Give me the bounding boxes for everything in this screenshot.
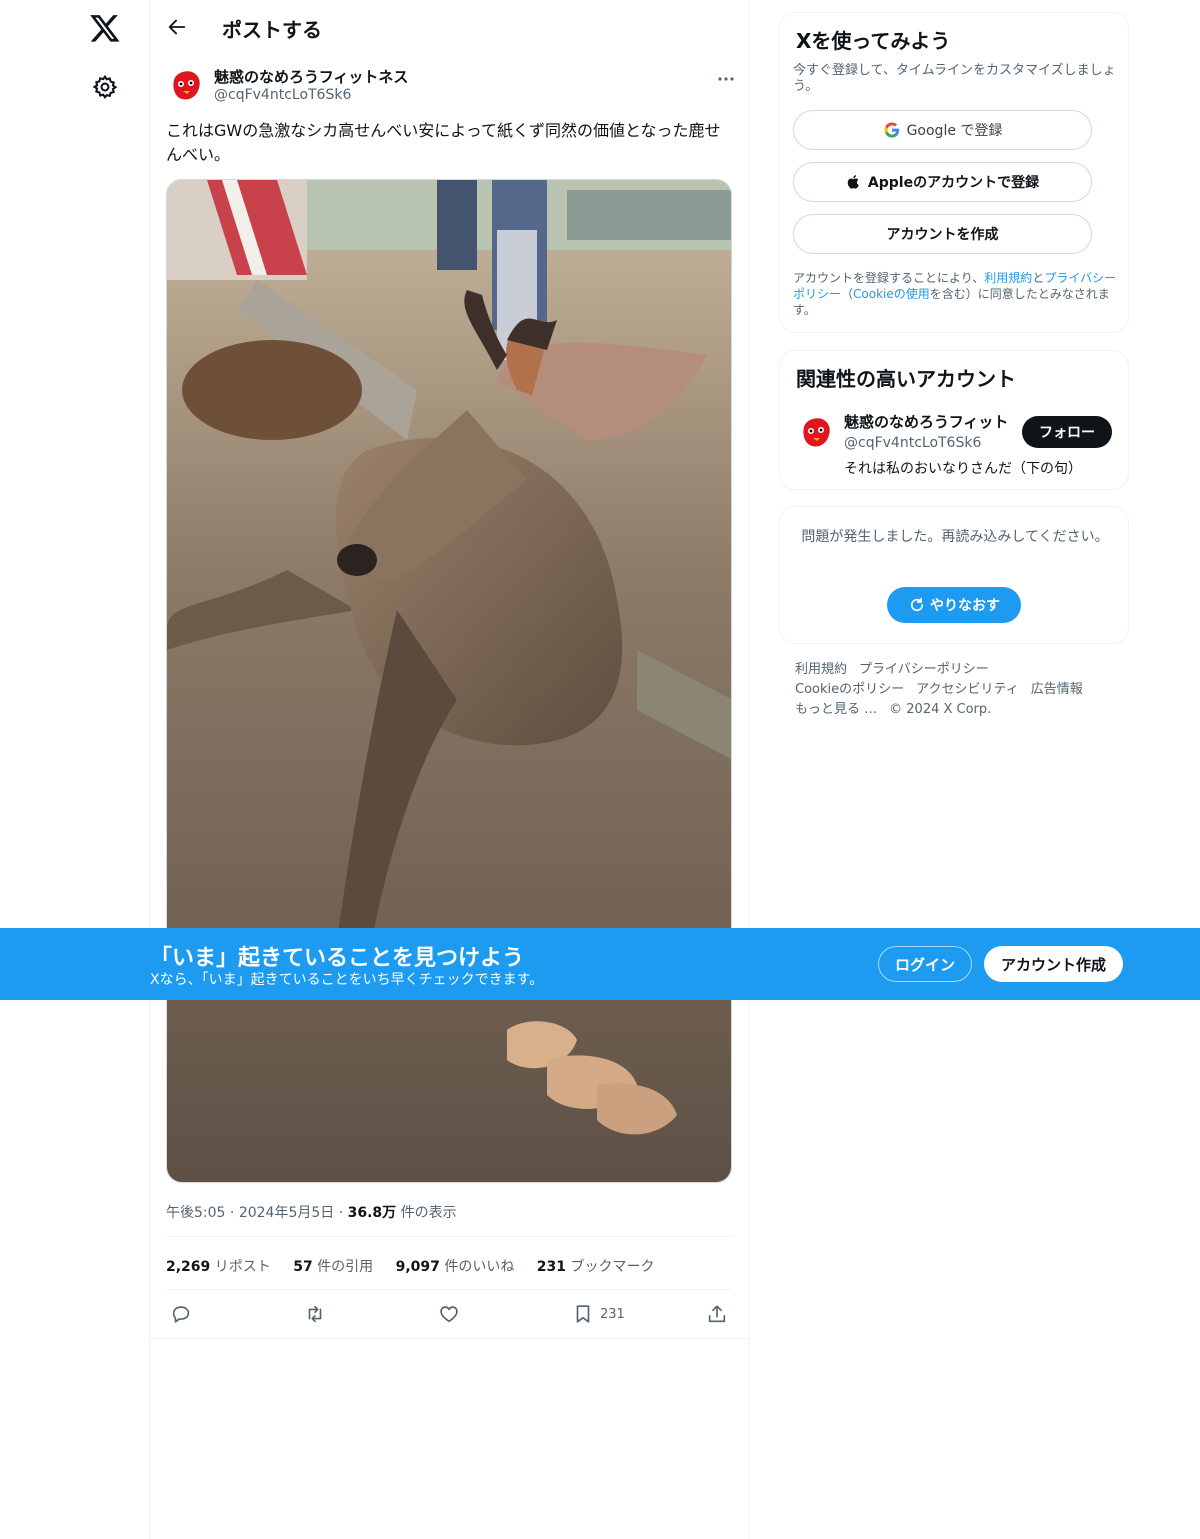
bookmarks-stat[interactable]: 231 ブックマーク <box>537 1259 655 1275</box>
post-author: 魅惑のなめろうフィットネス @cqFv4ntcLoT6Sk6 <box>166 66 736 110</box>
footer-link-more[interactable]: もっと見る … <box>795 702 877 717</box>
post-text: これはGWの急激なシカ高せんべい安によって紙くず同然の価値となった鹿せんべい。 <box>166 121 721 164</box>
likes-stat[interactable]: 9,097 件のいいね <box>396 1259 515 1275</box>
like-icon <box>440 1306 458 1323</box>
apple-signup-button[interactable]: Appleのアカウントで登録 <box>793 162 1092 202</box>
signup-button[interactable]: アカウント作成 <box>984 946 1123 982</box>
signup-card-subtitle: 今すぐ登録して、タイムラインをカスタマイズしましょう。 <box>793 63 1116 94</box>
footer-link-privacy[interactable]: プライバシーポリシー <box>859 662 989 677</box>
terms-link[interactable]: 利用規約 <box>984 271 1032 285</box>
banner-subtitle: Xなら、「いま」起きていることをいち早くチェックできます。 <box>150 972 544 988</box>
post-actions: 231 <box>166 1302 736 1328</box>
divider <box>166 1289 732 1290</box>
reply-button[interactable] <box>170 1302 192 1326</box>
share-icon <box>708 1305 726 1323</box>
error-card: 問題が発生しました。再読み込みしてください。 やりなおす <box>779 506 1129 644</box>
signup-card-title: Xを使ってみよう <box>796 29 951 53</box>
topbar: ポストする <box>150 0 750 54</box>
sidebar-footer: 利用規約 プライバシーポリシー Cookieのポリシー アクセシビリティ 広告情報 も… <box>795 660 1115 720</box>
recommended-account-handle[interactable]: @cqFv4ntcLoT6Sk6 <box>844 435 981 451</box>
views-count: 36.8万 <box>347 1205 397 1221</box>
page-title: ポストする <box>222 18 322 42</box>
relevant-accounts-card: 関連性の高いアカウント 魅惑のなめろうフィット @cqFv4ntcLoT6Sk6… <box>779 350 1129 490</box>
signup-legal-text: アカウントを登録することにより、利用規約とプライバシーポリシー（Cookieの使… <box>793 271 1117 317</box>
footer-copyright: © 2024 X Corp. <box>889 702 992 717</box>
share-button[interactable] <box>706 1302 728 1326</box>
gear-icon[interactable] <box>92 74 118 100</box>
create-account-button[interactable]: アカウントを作成 <box>793 214 1092 254</box>
reply-icon <box>172 1306 190 1323</box>
left-nav <box>0 0 150 1539</box>
cookie-link[interactable]: Cookieの使用 <box>853 287 930 301</box>
quotes-stat[interactable]: 57 件の引用 <box>293 1259 373 1275</box>
avatar[interactable] <box>796 413 836 453</box>
apple-signup-label: Appleのアカウントで登録 <box>867 175 1040 191</box>
bookmark-button[interactable]: 231 <box>572 1302 625 1326</box>
repost-button[interactable] <box>304 1302 326 1326</box>
refresh-icon <box>910 597 924 612</box>
relevant-card-title: 関連性の高いアカウント <box>796 367 1016 391</box>
apple-icon <box>847 175 859 189</box>
post-stats: 2,269 リポスト 57 件の引用 9,097 件のいいね 231 ブックマー… <box>166 1256 672 1276</box>
recommended-account-bio: それは私のおいなりさんだ（下の句） <box>844 461 1082 477</box>
author-name[interactable]: 魅惑のなめろうフィットネス <box>214 66 408 87</box>
main-column: ポストする 魅惑のなめろうフィットネス @cqFv4ntcLoT6Sk6 これは… <box>149 0 749 1539</box>
post-meta: 午後5:05 · 2024年5月5日 · 36.8万 件の表示 <box>166 1205 457 1221</box>
banner-title: 「いま」起きていることを見つけよう <box>150 946 525 971</box>
divider <box>166 1236 732 1237</box>
signup-card: Xを使ってみよう 今すぐ登録して、タイムラインをカスタマイズしましょう。 Goo… <box>779 12 1129 333</box>
create-account-label: アカウントを作成 <box>886 227 999 243</box>
login-button[interactable]: ログイン <box>878 946 972 982</box>
follow-button[interactable]: フォロー <box>1022 416 1112 448</box>
bookmark-count: 231 <box>600 1306 625 1322</box>
retry-label: やりなおす <box>930 598 1000 614</box>
avatar[interactable] <box>166 66 206 106</box>
footer-link-ads[interactable]: 広告情報 <box>1031 682 1083 697</box>
recommended-account-name[interactable]: 魅惑のなめろうフィット <box>844 411 1016 432</box>
footer-link-terms[interactable]: 利用規約 <box>795 662 847 677</box>
footer-link-cookie[interactable]: Cookieのポリシー <box>795 682 904 697</box>
error-message: 問題が発生しました。再読み込みしてください。 <box>801 529 1109 545</box>
google-signup-button[interactable]: Google で登録 <box>793 110 1092 150</box>
views-label: 件の表示 <box>400 1205 457 1221</box>
reposts-stat[interactable]: 2,269 リポスト <box>166 1259 271 1275</box>
more-icon[interactable] <box>716 70 736 88</box>
author-handle[interactable]: @cqFv4ntcLoT6Sk6 <box>214 87 351 103</box>
bookmark-icon <box>576 1305 590 1323</box>
post-date[interactable]: 2024年5月5日 <box>239 1205 334 1221</box>
divider <box>150 1338 748 1339</box>
x-logo-icon[interactable] <box>88 12 122 44</box>
google-signup-label: Google で登録 <box>906 123 1003 139</box>
post-photo-deer[interactable] <box>166 179 732 1183</box>
retry-button[interactable]: やりなおす <box>887 587 1021 623</box>
post-time[interactable]: 午後5:05 <box>166 1205 225 1221</box>
signup-banner: 「いま」起きていることを見つけよう Xなら、「いま」起きていることをいち早くチェ… <box>0 928 1200 1000</box>
repost-icon <box>308 1305 322 1323</box>
footer-link-accessibility[interactable]: アクセシビリティ <box>916 682 1019 697</box>
google-icon <box>884 122 899 138</box>
back-arrow-icon[interactable] <box>166 16 188 38</box>
like-button[interactable] <box>438 1302 460 1326</box>
